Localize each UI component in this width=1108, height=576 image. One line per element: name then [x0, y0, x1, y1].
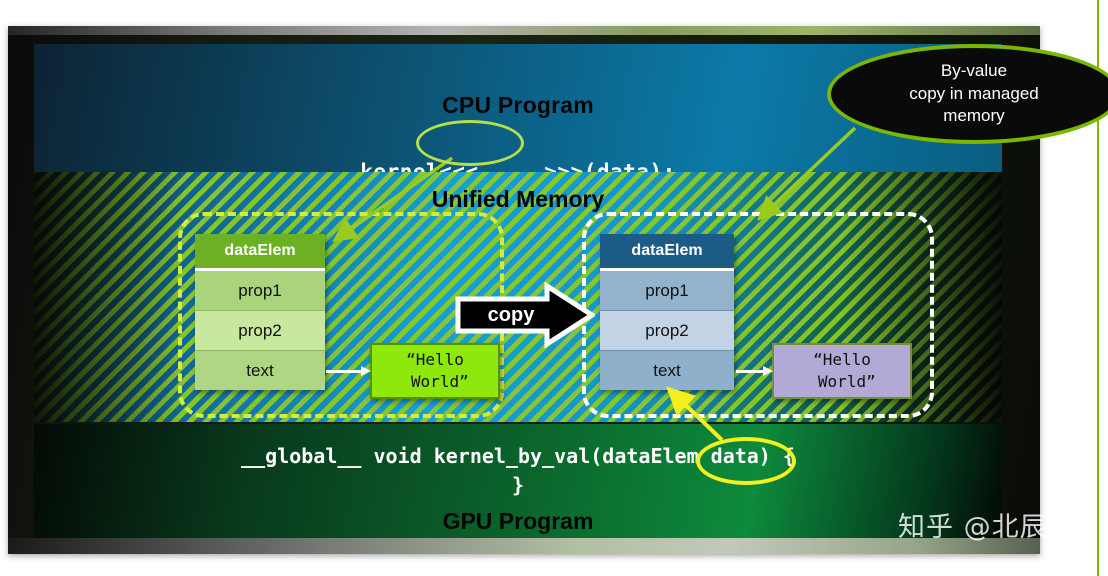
struct-row-text-left: text: [195, 351, 325, 390]
struct-header-right: dataElem: [600, 234, 734, 268]
struct-row-prop2-left: prop2: [195, 311, 325, 351]
kernel-param-highlight-ellipse: [696, 437, 796, 485]
string-value-box-host: “Hello World”: [370, 343, 500, 399]
callout-text: By-value copy in managed memory: [909, 60, 1038, 129]
slide-canvas: CPU Program kernel<<< ... >>>(data); Uni…: [0, 0, 1108, 576]
frame-bottom-gloss: [8, 538, 1040, 554]
watermark: 知乎 @北辰: [898, 505, 1048, 544]
data-argument-highlight-ellipse: [416, 120, 524, 166]
struct-row-prop1-right: prop1: [600, 271, 734, 311]
copy-arrow-label: copy: [455, 282, 567, 348]
struct-row-text-right: text: [600, 351, 734, 390]
struct-header-left: dataElem: [195, 234, 325, 268]
gpu-kernel-signature-code: __global__ void kernel_by_val(dataElem d…: [34, 442, 1002, 500]
copy-arrow: copy: [455, 282, 595, 348]
string-value-box-device: “Hello World”: [772, 343, 912, 399]
gpu-program-panel: __global__ void kernel_by_val(dataElem d…: [34, 424, 1002, 538]
unified-memory-title: Unified Memory: [34, 186, 1002, 213]
struct-row-prop2-right: prop2: [600, 311, 734, 351]
pointer-arrow-right: [736, 370, 764, 373]
struct-dataelem-host: dataElem prop1 prop2 text: [195, 234, 325, 390]
frame-top-gloss: [8, 26, 1040, 35]
gpu-program-title: GPU Program: [34, 508, 1002, 535]
struct-dataelem-device: dataElem prop1 prop2 text: [600, 234, 734, 390]
struct-row-prop1-left: prop1: [195, 271, 325, 311]
callout-by-value-copy: By-value copy in managed memory: [827, 44, 1108, 144]
pointer-arrow-left: [326, 370, 362, 373]
